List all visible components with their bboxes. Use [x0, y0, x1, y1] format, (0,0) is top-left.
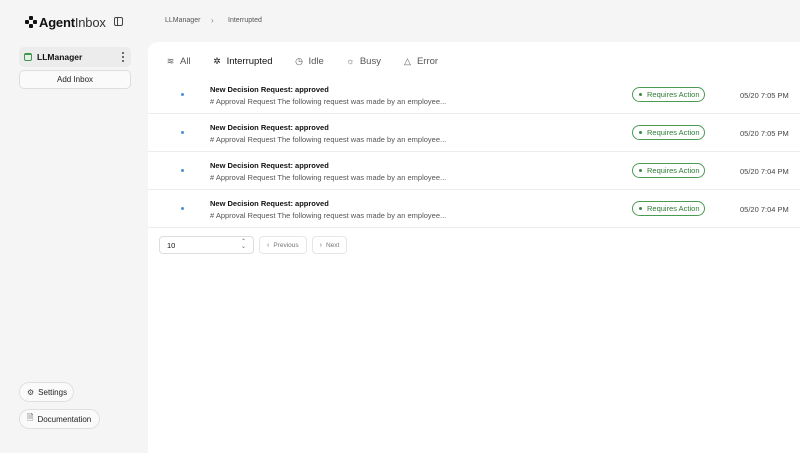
zap-off-icon: ✲	[213, 55, 221, 66]
unread-dot	[181, 93, 184, 96]
documentation-button[interactable]: 🗎 Documentation	[19, 409, 100, 429]
add-inbox-button[interactable]: Add Inbox	[19, 70, 131, 89]
clock-icon: ◷	[295, 55, 303, 66]
thread-time: 05/20 7:05 PM	[740, 91, 789, 100]
thread-time: 05/20 7:04 PM	[740, 205, 789, 214]
breadcrumb-current: Interrupted	[228, 17, 262, 24]
tab-idle[interactable]: ◷ Idle	[295, 54, 324, 68]
thread-description: # Approval Request The following request…	[210, 135, 447, 144]
chevron-right-icon: ›	[211, 16, 214, 25]
thread-time: 05/20 7:04 PM	[740, 167, 789, 176]
settings-label: Settings	[38, 387, 68, 397]
table-row[interactable]: New Decision Request: approved # Approva…	[148, 114, 800, 152]
thread-time: 05/20 7:05 PM	[740, 129, 789, 138]
thread-title: New Decision Request: approved	[210, 161, 329, 170]
status-badge: Requires Action	[632, 163, 705, 178]
table-row[interactable]: New Decision Request: approved # Approva…	[148, 152, 800, 190]
pagination: 10 ⌃ ⌄ ‹ Previous › Next	[159, 236, 348, 254]
chevron-left-icon: ‹	[267, 241, 270, 249]
unread-dot	[181, 131, 184, 134]
status-badge: Requires Action	[632, 87, 705, 102]
thread-title: New Decision Request: approved	[210, 199, 329, 208]
thread-description: # Approval Request The following request…	[210, 97, 447, 106]
main-panel: ≋ All ✲ Interrupted ◷ Idle ☼ Busy △ Erro…	[148, 42, 800, 453]
documentation-label: Documentation	[37, 414, 92, 424]
logo-text: AgentInbox	[39, 14, 106, 30]
sidebar-item-inbox[interactable]: LLManager	[19, 47, 131, 67]
app-logo[interactable]: AgentInbox	[25, 14, 106, 30]
more-vertical-icon[interactable]	[122, 52, 124, 62]
status-tabs: ≋ All ✲ Interrupted ◷ Idle ☼ Busy △ Erro…	[166, 54, 460, 68]
status-badge: Requires Action	[632, 125, 705, 140]
chevron-right-icon: ›	[319, 241, 322, 249]
breadcrumb-root[interactable]: LLManager	[165, 17, 200, 24]
unread-dot	[181, 169, 184, 172]
inbox-name: LLManager	[37, 52, 83, 62]
topbar: LLManager › Interrupted	[148, 0, 800, 42]
sidebar: AgentInbox LLManager Add Inbox ⚙ Setting…	[0, 0, 148, 453]
inbox-icon	[24, 53, 32, 61]
unread-dot	[181, 207, 184, 210]
thread-title: New Decision Request: approved	[210, 123, 329, 132]
previous-button[interactable]: ‹ Previous	[259, 236, 307, 254]
settings-button[interactable]: ⚙ Settings	[19, 382, 74, 402]
thread-description: # Approval Request The following request…	[210, 173, 447, 182]
layers-icon: ≋	[166, 55, 175, 66]
gear-icon: ⚙	[27, 387, 35, 397]
table-row[interactable]: New Decision Request: approved # Approva…	[148, 76, 800, 114]
logo-icon	[25, 16, 37, 28]
page-size-select[interactable]: 10 ⌃ ⌄	[159, 236, 254, 254]
tab-interrupted[interactable]: ✲ Interrupted	[213, 54, 272, 68]
table-row[interactable]: New Decision Request: approved # Approva…	[148, 190, 800, 228]
tab-busy[interactable]: ☼ Busy	[346, 54, 381, 68]
sidebar-toggle-icon[interactable]	[114, 17, 123, 26]
thread-title: New Decision Request: approved	[210, 85, 329, 94]
chevron-up-down-icon: ⌃ ⌄	[240, 239, 246, 250]
next-button[interactable]: › Next	[311, 236, 348, 254]
status-badge: Requires Action	[632, 201, 705, 216]
alert-triangle-icon: △	[404, 55, 411, 66]
thread-list: New Decision Request: approved # Approva…	[148, 76, 800, 228]
tab-error[interactable]: △ Error	[403, 54, 438, 68]
file-text-icon: 🗎	[27, 413, 34, 422]
loader-icon: ☼	[346, 56, 355, 66]
tab-all[interactable]: ≋ All	[166, 54, 191, 68]
thread-description: # Approval Request The following request…	[210, 211, 447, 220]
